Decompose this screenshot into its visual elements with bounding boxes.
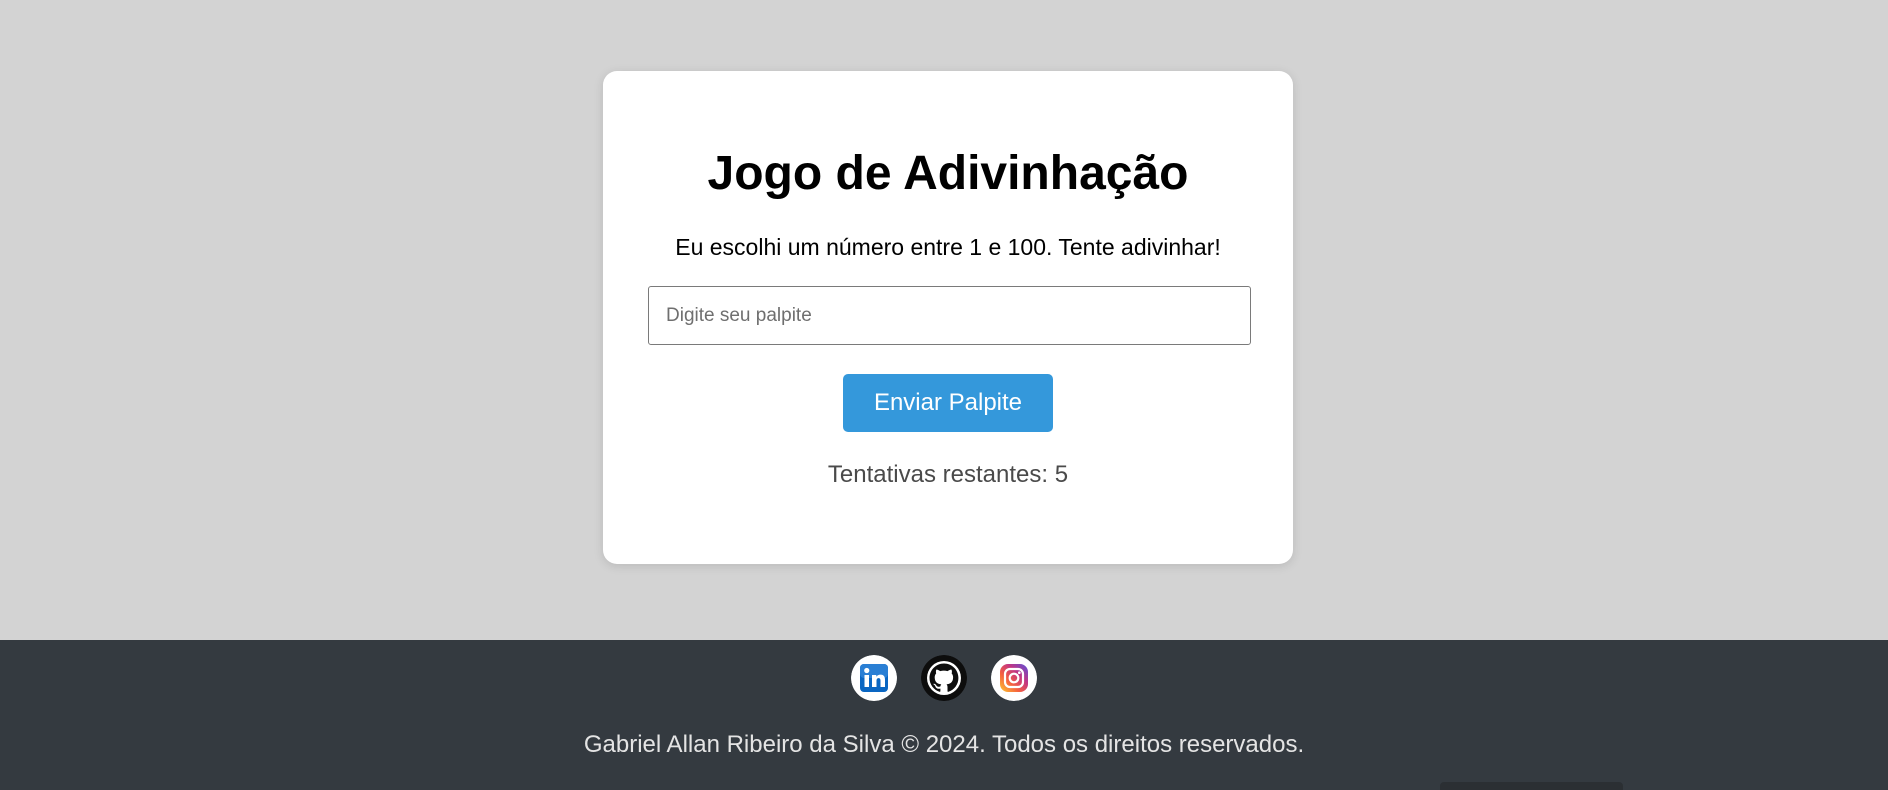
linkedin-icon <box>851 655 897 701</box>
game-instructions: Eu escolhi um número entre 1 e 100. Tent… <box>675 234 1221 260</box>
game-title: Jogo de Adivinhação <box>707 147 1189 200</box>
submit-guess-button[interactable]: Enviar Palpite <box>843 374 1053 432</box>
corner-tab <box>1440 782 1623 790</box>
copyright-text: Gabriel Allan Ribeiro da Silva © 2024. T… <box>583 731 1305 758</box>
linkedin-link[interactable] <box>851 655 897 701</box>
github-link[interactable] <box>921 655 967 701</box>
instagram-link[interactable] <box>991 655 1037 701</box>
footer: Gabriel Allan Ribeiro da Silva © 2024. T… <box>0 640 1888 790</box>
social-links <box>0 655 1888 701</box>
game-card: Jogo de Adivinhação Eu escolhi um número… <box>603 71 1293 564</box>
instagram-icon <box>991 655 1037 701</box>
guess-input[interactable] <box>648 286 1251 345</box>
github-icon <box>921 655 967 701</box>
attempts-remaining: Tentativas restantes: 5 <box>827 461 1069 488</box>
